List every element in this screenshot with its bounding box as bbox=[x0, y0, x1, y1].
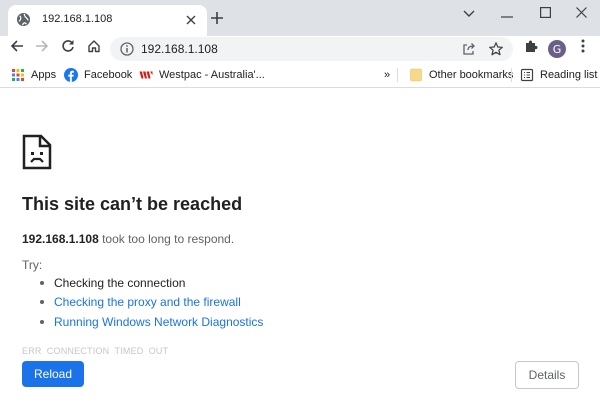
address-bar[interactable]: 192.168.1.108 bbox=[110, 37, 513, 61]
plus-icon bbox=[210, 11, 224, 30]
error-host: 192.168.1.108 bbox=[22, 232, 99, 246]
site-info-icon[interactable] bbox=[120, 42, 134, 56]
suggestion-item: Checking the connection bbox=[40, 276, 340, 290]
bookmarks-bar: Apps Facebook Westpac - Australia'... » … bbox=[0, 61, 600, 88]
bookmark-label: Reading list bbox=[540, 69, 598, 81]
bookmark-label: Other bookmarks bbox=[429, 69, 514, 81]
try-label: Try: bbox=[22, 258, 43, 272]
tab-close-icon[interactable] bbox=[182, 11, 200, 29]
reload-toolbar-button[interactable] bbox=[56, 36, 80, 60]
bookmark-label: Westpac - Australia'... bbox=[159, 69, 265, 81]
error-code: ERR_CONNECTION_TIMED_OUT bbox=[22, 346, 169, 354]
close-icon bbox=[575, 5, 587, 23]
puzzle-icon bbox=[524, 39, 538, 58]
arrow-left-icon bbox=[10, 39, 24, 58]
tab-title: 192.168.1.108 bbox=[42, 13, 113, 25]
minimize-icon bbox=[501, 5, 513, 23]
bookmark-divider bbox=[397, 68, 398, 82]
new-tab-button[interactable] bbox=[206, 9, 228, 31]
forward-button[interactable] bbox=[30, 36, 54, 60]
back-button[interactable] bbox=[5, 36, 29, 60]
extensions-button[interactable] bbox=[519, 36, 543, 60]
proxy-firewall-link[interactable]: Checking the proxy and the firewall bbox=[54, 295, 241, 309]
reading-list-button[interactable]: Reading list bbox=[520, 67, 597, 83]
maximize-icon bbox=[539, 5, 551, 23]
close-window-button[interactable] bbox=[562, 0, 600, 28]
bookmark-label: Apps bbox=[31, 69, 57, 81]
bookmark-facebook[interactable]: Facebook bbox=[64, 67, 132, 83]
bullet bbox=[40, 281, 44, 285]
reload-button[interactable]: Reload bbox=[22, 361, 84, 387]
tab-strip: 192.168.1.108 bbox=[0, 0, 600, 36]
westpac-icon bbox=[139, 68, 153, 82]
maximize-button[interactable] bbox=[526, 0, 564, 28]
arrow-right-icon bbox=[35, 39, 49, 58]
bookmark-divider bbox=[511, 68, 512, 82]
url-text[interactable]: 192.168.1.108 bbox=[141, 42, 218, 56]
tab-search-button[interactable] bbox=[450, 0, 488, 28]
error-message-text: took too long to respond. bbox=[98, 232, 235, 246]
facebook-icon bbox=[64, 68, 78, 82]
tab-active[interactable]: 192.168.1.108 bbox=[8, 5, 207, 36]
menu-button[interactable] bbox=[571, 36, 595, 60]
chevron-down-icon bbox=[463, 5, 475, 23]
bookmark-apps[interactable]: Apps bbox=[11, 67, 56, 83]
bookmarks-overflow-button[interactable]: » bbox=[384, 67, 390, 83]
kebab-menu-icon bbox=[581, 39, 585, 58]
error-title: This site can’t be reached bbox=[22, 194, 243, 214]
sad-file-icon bbox=[22, 134, 52, 170]
network-diagnostics-link[interactable]: Running Windows Network Diagnostics bbox=[54, 315, 263, 329]
share-icon[interactable] bbox=[461, 41, 477, 57]
other-bookmarks-button[interactable]: Other bookmarks bbox=[409, 67, 513, 83]
suggestion-item: Checking the proxy and the firewall bbox=[40, 295, 340, 309]
minimize-button[interactable] bbox=[488, 0, 526, 28]
apps-grid-icon bbox=[11, 68, 25, 82]
home-icon bbox=[87, 39, 101, 58]
folder-icon bbox=[409, 68, 423, 82]
reading-list-icon bbox=[520, 68, 534, 82]
globe-icon bbox=[16, 12, 31, 27]
home-button[interactable] bbox=[82, 36, 106, 60]
suggestion-text: Checking the connection bbox=[54, 276, 186, 290]
chevron-double-right-icon: » bbox=[384, 69, 391, 81]
details-button[interactable]: Details bbox=[515, 361, 579, 389]
bookmark-star-icon[interactable] bbox=[488, 41, 504, 57]
bookmark-label: Facebook bbox=[84, 69, 133, 81]
profile-avatar[interactable]: G bbox=[548, 40, 566, 58]
error-message: 192.168.1.108 took too long to respond. bbox=[22, 232, 234, 246]
bullet bbox=[40, 300, 44, 304]
suggestion-item: Running Windows Network Diagnostics bbox=[40, 315, 340, 329]
bookmark-westpac[interactable]: Westpac - Australia'... bbox=[139, 67, 265, 83]
reload-icon bbox=[61, 39, 75, 58]
bullet bbox=[40, 320, 44, 324]
